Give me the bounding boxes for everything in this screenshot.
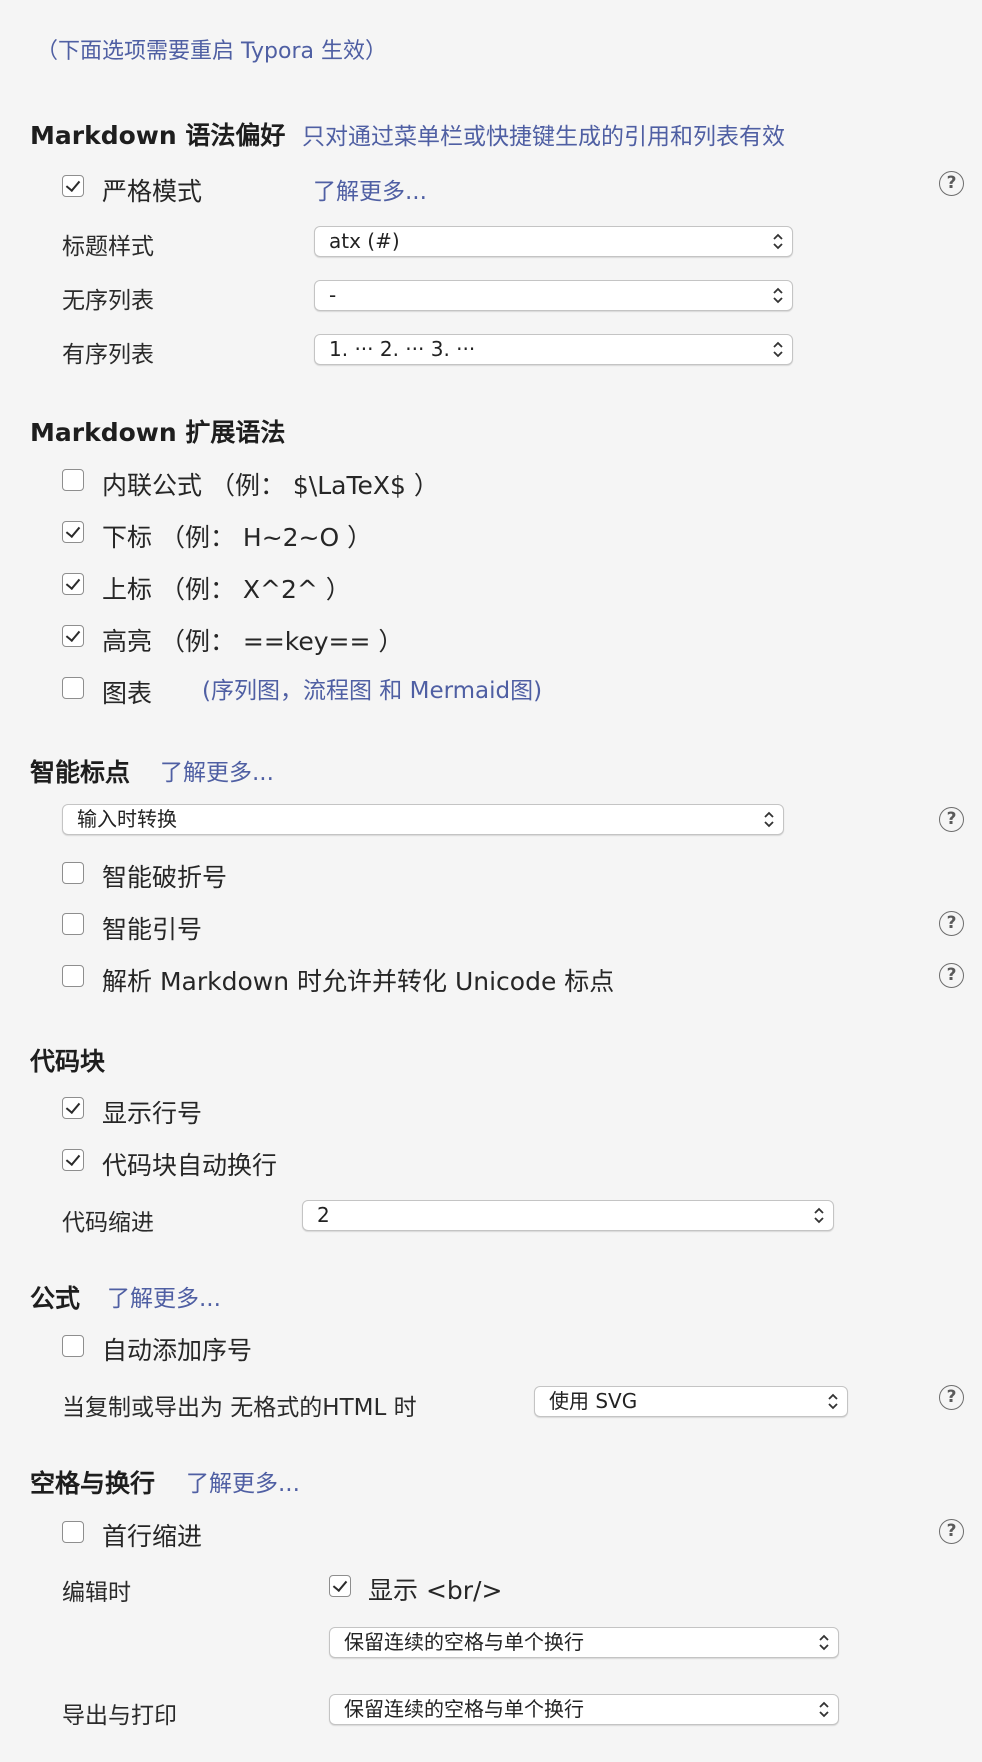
smart-quotes-label: 智能引号 [102, 915, 203, 944]
section-heading-md-pref: Markdown 语法偏好 [30, 121, 286, 150]
edit-whitespace-value: 保留连续的空格与单个换行 [344, 1630, 584, 1654]
math-export-help-icon[interactable]: ? [939, 1385, 964, 1410]
first-indent-help-icon[interactable]: ? [939, 1519, 964, 1544]
superscript-label: 上标 （例： X^2^ ） [102, 575, 351, 604]
chevron-up-down-icon [772, 231, 784, 252]
smart-punct-help-icon[interactable]: ? [939, 807, 964, 832]
smart-punct-learn-more-link[interactable]: 了解更多... [160, 753, 274, 787]
heading-style-value: atx (#) [329, 229, 400, 253]
inline-math-checkbox[interactable] [62, 469, 84, 491]
highlight-label: 高亮 （例： ==key== ） [102, 627, 404, 656]
first-indent-checkbox[interactable] [62, 1521, 84, 1543]
auto-number-checkbox[interactable] [62, 1335, 84, 1357]
section-heading-math: 公式 [30, 1284, 81, 1313]
math-learn-more-link[interactable]: 了解更多... [107, 1279, 221, 1313]
heading-style-select[interactable]: atx (#) [314, 226, 793, 257]
diagram-label: 图表 [102, 679, 153, 708]
smart-punct-mode-select[interactable]: 输入时转换 [62, 804, 784, 835]
section-heading-code-block: 代码块 [30, 1047, 106, 1076]
section-heading-smart-punct: 智能标点 [30, 758, 131, 787]
ordered-list-value: 1. ··· 2. ··· 3. ··· [329, 337, 476, 361]
edit-whitespace-select[interactable]: 保留连续的空格与单个换行 [329, 1627, 839, 1658]
code-wrap-checkbox[interactable] [62, 1149, 84, 1171]
heading-style-label: 标题样式 [62, 234, 154, 260]
chevron-up-down-icon [772, 339, 784, 360]
smart-quotes-help-icon[interactable]: ? [939, 911, 964, 936]
line-numbers-checkbox[interactable] [62, 1097, 84, 1119]
ordered-list-select[interactable]: 1. ··· 2. ··· 3. ··· [314, 334, 793, 365]
chevron-up-down-icon [763, 809, 775, 830]
diagram-note: (序列图，流程图 和 Mermaid图) [202, 678, 543, 704]
section-heading-whitespace: 空格与换行 [30, 1469, 156, 1498]
show-br-checkbox[interactable] [329, 1575, 351, 1597]
subscript-label: 下标 （例： H~2~O ） [102, 523, 373, 552]
chevron-up-down-icon [818, 1632, 830, 1653]
strict-mode-label: 严格模式 [102, 177, 203, 206]
strict-mode-learn-more-link[interactable]: 了解更多... [313, 172, 427, 206]
math-export-value: 使用 SVG [549, 1389, 638, 1413]
md-pref-note: 只对通过菜单栏或快捷键生成的引用和列表有效 [302, 124, 785, 150]
chevron-up-down-icon [813, 1205, 825, 1226]
unicode-punct-help-icon[interactable]: ? [939, 963, 964, 988]
math-export-select[interactable]: 使用 SVG [534, 1386, 848, 1417]
auto-number-label: 自动添加序号 [102, 1336, 253, 1365]
export-whitespace-value: 保留连续的空格与单个换行 [344, 1697, 584, 1721]
subscript-checkbox[interactable] [62, 521, 84, 543]
chevron-up-down-icon [772, 285, 784, 306]
code-indent-label: 代码缩进 [62, 1210, 154, 1236]
unordered-list-value: - [329, 283, 337, 307]
inline-math-label: 内联公式 （例： $\LaTeX$ ） [102, 471, 439, 500]
export-print-label: 导出与打印 [62, 1703, 177, 1729]
export-whitespace-select[interactable]: 保留连续的空格与单个换行 [329, 1694, 839, 1725]
smart-quotes-checkbox[interactable] [62, 913, 84, 935]
section-heading-md-ext: Markdown 扩展语法 [30, 418, 286, 447]
editing-label: 编辑时 [62, 1580, 131, 1606]
code-indent-select[interactable]: 2 [302, 1200, 834, 1231]
smart-dash-checkbox[interactable] [62, 862, 84, 884]
first-indent-label: 首行缩进 [102, 1522, 203, 1551]
superscript-checkbox[interactable] [62, 573, 84, 595]
highlight-checkbox[interactable] [62, 625, 84, 647]
chevron-up-down-icon [827, 1391, 839, 1412]
chevron-up-down-icon [818, 1699, 830, 1720]
code-indent-value: 2 [317, 1203, 330, 1227]
unordered-list-label: 无序列表 [62, 288, 154, 314]
show-br-label: 显示 <br/> [368, 1576, 503, 1605]
ordered-list-label: 有序列表 [62, 342, 154, 368]
strict-mode-help-icon[interactable]: ? [939, 171, 964, 196]
unicode-punct-label: 解析 Markdown 时允许并转化 Unicode 标点 [102, 967, 615, 996]
unicode-punct-checkbox[interactable] [62, 965, 84, 987]
smart-punct-mode-value: 输入时转换 [77, 807, 177, 831]
smart-dash-label: 智能破折号 [102, 863, 228, 892]
code-wrap-label: 代码块自动换行 [102, 1151, 278, 1180]
line-numbers-label: 显示行号 [102, 1099, 203, 1128]
strict-mode-checkbox[interactable] [62, 175, 84, 197]
math-export-label: 当复制或导出为 无格式的HTML 时 [62, 1395, 417, 1421]
restart-note: （下面选项需要重启 Typora 生效） [36, 39, 387, 64]
unordered-list-select[interactable]: - [314, 280, 793, 311]
whitespace-learn-more-link[interactable]: 了解更多... [186, 1464, 300, 1498]
diagram-checkbox[interactable] [62, 677, 84, 699]
